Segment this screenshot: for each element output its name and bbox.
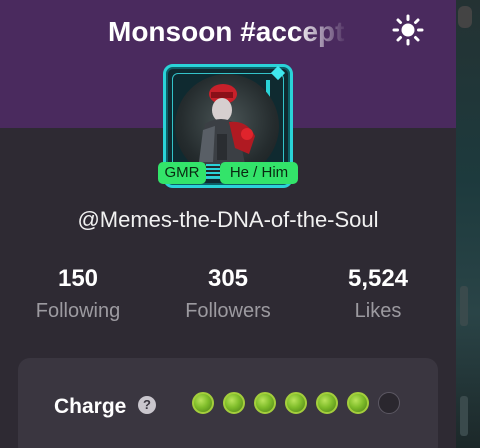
stat-followers[interactable]: 305 Followers [158, 262, 298, 326]
background-decoration [460, 286, 468, 326]
badge-divider [206, 164, 220, 182]
charge-label: Charge [54, 395, 127, 418]
stat-label: Following [35, 300, 121, 322]
charge-orb-filled [192, 392, 214, 414]
charge-orb-filled [254, 392, 276, 414]
profile-panel: Monsoon #accept GMR He / Him @Memes-the-… [0, 0, 456, 448]
charge-orb-filled [316, 392, 338, 414]
charge-orb-filled [347, 392, 369, 414]
stat-following[interactable]: 150 Following [8, 262, 148, 326]
stat-likes[interactable]: 5,524 Likes [308, 262, 448, 326]
username: @Memes-the-DNA-of-the-Soul [77, 207, 379, 232]
stat-value: 305 [207, 265, 249, 292]
background-decoration [458, 6, 472, 28]
help-icon[interactable]: ? [138, 396, 156, 414]
charge-orb-filled [223, 392, 245, 414]
stat-label: Likes [354, 300, 402, 322]
pronouns-badge: He / Him [220, 162, 298, 184]
sun-icon[interactable] [392, 14, 424, 46]
gamer-badge: GMR [158, 162, 206, 184]
stat-value: 5,524 [347, 265, 409, 292]
charge-orb-filled [285, 392, 307, 414]
profile-title: Monsoon #accept [108, 16, 345, 47]
stat-value: 150 [57, 265, 99, 292]
background-strip [456, 0, 480, 448]
background-decoration [460, 396, 468, 436]
charge-orb-empty [378, 392, 400, 414]
stat-label: Followers [185, 300, 271, 322]
